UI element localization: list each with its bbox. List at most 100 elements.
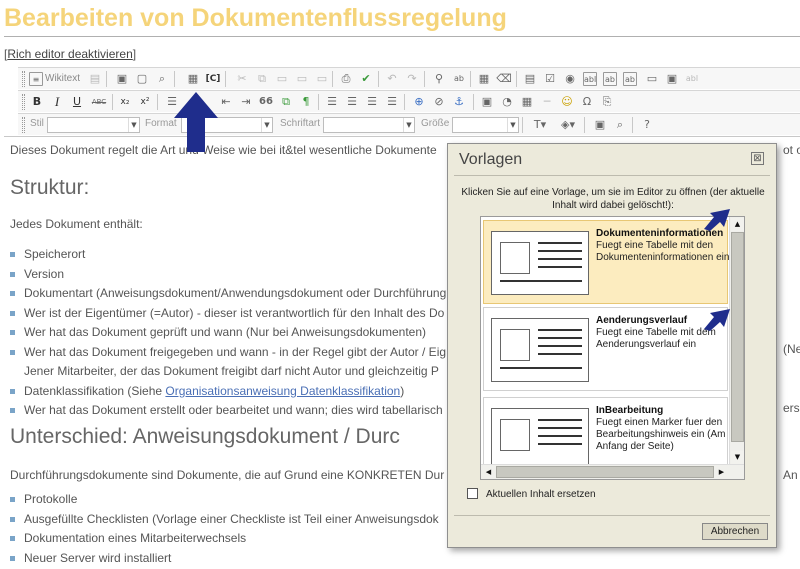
scroll-down-icon[interactable]: ▼ <box>731 451 744 464</box>
dialog-title: Vorlagen <box>459 151 523 168</box>
undo-icon[interactable]: ↶ <box>384 71 400 87</box>
close-icon[interactable]: ⊠ <box>751 152 764 165</box>
templates-small-icon[interactable]: ▤ <box>87 71 103 87</box>
paste-word-icon[interactable]: ▭ <box>314 71 330 87</box>
chevron-down-icon[interactable]: ▼ <box>261 118 272 132</box>
div-container-icon[interactable]: ⧉ <box>278 94 294 110</box>
templates-dialog: Vorlagen ⊠ Klicken Sie auf eine Vorlage,… <box>447 143 777 548</box>
align-center-icon[interactable]: ☰ <box>344 94 360 110</box>
outdent-icon[interactable]: ⇤ <box>218 94 234 110</box>
toolbar-grip[interactable] <box>22 71 25 87</box>
replace-content-option[interactable]: Aktuellen Inhalt ersetzen <box>467 488 596 500</box>
superscript-button[interactable]: x² <box>137 94 153 110</box>
copy-icon[interactable]: ⧉ <box>254 71 270 87</box>
chevron-down-icon[interactable]: ▼ <box>403 118 414 132</box>
maximize-icon[interactable]: ▣ <box>592 117 608 133</box>
special-char-icon[interactable]: Ω <box>579 94 595 110</box>
bold-button[interactable]: B <box>29 94 45 110</box>
anchor-icon[interactable]: ⚓ <box>451 94 467 110</box>
underline-button[interactable]: U <box>69 94 85 110</box>
template-list-vscrollbar[interactable]: ▲ ▼ <box>729 217 744 465</box>
save-icon[interactable]: ▣ <box>114 71 130 87</box>
subscript-button[interactable]: x₂ <box>117 94 133 110</box>
form-icon[interactable]: ▤ <box>522 71 538 87</box>
table-icon[interactable]: ▦ <box>519 94 535 110</box>
chevron-down-icon[interactable]: ▼ <box>128 118 139 132</box>
image-icon[interactable]: ▣ <box>479 94 495 110</box>
size-select[interactable]: ▼ <box>452 117 519 133</box>
scroll-thumb[interactable] <box>731 232 744 442</box>
help-icon[interactable]: ? <box>639 117 655 133</box>
template-item-aenderungsverlauf[interactable]: Aenderungsverlauf Fuegt eine Tabelle mit… <box>483 307 728 391</box>
paste-text-icon[interactable]: ▭ <box>294 71 310 87</box>
bullet-icon <box>10 388 15 394</box>
source-icon[interactable]: ≡ <box>29 72 43 86</box>
toolbar-grip[interactable] <box>22 94 25 110</box>
checkbox-icon[interactable]: ☑ <box>542 71 558 87</box>
rich-editor-link[interactable]: Rich editor deaktivieren <box>7 47 132 61</box>
italic-button[interactable]: I <box>49 94 65 110</box>
show-blocks-page-icon[interactable]: ⌕ <box>612 117 628 133</box>
button-field-icon[interactable]: ▭ <box>644 71 660 87</box>
toolbar-grip[interactable] <box>22 117 25 133</box>
new-page-icon[interactable]: ▢ <box>134 71 150 87</box>
chevron-down-icon[interactable]: ▼ <box>507 118 518 132</box>
align-justify-icon[interactable]: ☰ <box>384 94 400 110</box>
template-list[interactable]: Dokumenteninformationen Fuegt eine Tabel… <box>480 216 745 480</box>
list-item-text: Wer hat das Dokument freigegeben und wan… <box>24 344 447 359</box>
bg-color-icon[interactable]: ◈▾ <box>556 117 580 133</box>
scroll-left-icon[interactable]: ◀ <box>482 466 495 479</box>
scroll-right-icon[interactable]: ▶ <box>715 466 728 479</box>
ltr-icon[interactable]: ¶ <box>298 94 314 110</box>
template-item-dokumenteninformationen[interactable]: Dokumenteninformationen Fuegt eine Tabel… <box>483 220 729 304</box>
cancel-button[interactable]: Abbrechen <box>702 523 768 540</box>
find-icon[interactable]: ⚲ <box>431 71 447 87</box>
select-field-icon[interactable]: ab <box>623 72 637 86</box>
unlink-icon[interactable]: ⊘ <box>431 94 447 110</box>
image-button-icon[interactable]: ▣ <box>664 71 680 87</box>
strike-button[interactable]: ABC <box>89 94 109 110</box>
thumbnail-line <box>538 419 582 421</box>
text-color-icon[interactable]: T▾ <box>528 117 552 133</box>
select-all-icon[interactable]: ▦ <box>476 71 492 87</box>
print-icon[interactable]: ⎙ <box>338 71 354 87</box>
preview-icon[interactable]: ⌕ <box>154 71 170 87</box>
lead-text-2: Durchführungsdokumente sind Dokumente, d… <box>10 468 445 482</box>
spellcheck-icon[interactable]: ✔ <box>358 71 374 87</box>
scroll-thumb[interactable] <box>496 466 714 478</box>
scroll-up-icon[interactable]: ▲ <box>731 218 744 231</box>
templates-icon[interactable]: ▦ <box>185 71 201 87</box>
paste-icon[interactable]: ▭ <box>274 71 290 87</box>
flash-icon[interactable]: ◔ <box>499 94 515 110</box>
dialog-divider <box>454 515 770 516</box>
datenklassifikation-link[interactable]: Organisationsanweisung Datenklassifikati… <box>165 384 400 398</box>
title-divider <box>4 36 800 37</box>
redo-icon[interactable]: ↷ <box>404 71 420 87</box>
replace-icon[interactable]: ab <box>451 71 467 87</box>
show-blocks-icon[interactable]: [C] <box>205 71 221 87</box>
toolbar-separator <box>522 117 523 133</box>
rich-editor-toggle[interactable]: [Rich editor deaktivieren] <box>4 47 136 61</box>
align-left-icon[interactable]: ☰ <box>324 94 340 110</box>
page-break-icon[interactable]: ⎘ <box>599 94 615 110</box>
list-item-text: Speicherort <box>24 247 86 261</box>
smiley-icon[interactable]: ☺ <box>559 94 575 110</box>
font-select[interactable]: ▼ <box>323 117 415 133</box>
horizontal-rule-icon[interactable]: ─ <box>539 94 555 110</box>
style-select[interactable]: ▼ <box>47 117 140 133</box>
radio-icon[interactable]: ◉ <box>562 71 578 87</box>
wikitext-button[interactable]: Wikitext <box>45 71 80 87</box>
indent-icon[interactable]: ⇥ <box>238 94 254 110</box>
textarea-icon[interactable]: ab <box>603 72 617 86</box>
replace-content-checkbox[interactable] <box>467 488 478 499</box>
template-list-hscrollbar[interactable]: ◀ ▶ <box>481 464 744 479</box>
remove-format-icon[interactable]: ⌫ <box>496 71 512 87</box>
hidden-field-icon[interactable]: abl <box>684 71 700 87</box>
list-item: Protokolle <box>10 490 439 510</box>
link-icon[interactable]: ⊕ <box>411 94 427 110</box>
textfield-icon[interactable]: abl <box>583 72 597 86</box>
align-right-icon[interactable]: ☰ <box>364 94 380 110</box>
blockquote-button[interactable]: 66 <box>258 94 274 110</box>
list-item-text: Neuer Server wird installiert <box>24 550 172 565</box>
cut-icon[interactable]: ✂ <box>234 71 250 87</box>
